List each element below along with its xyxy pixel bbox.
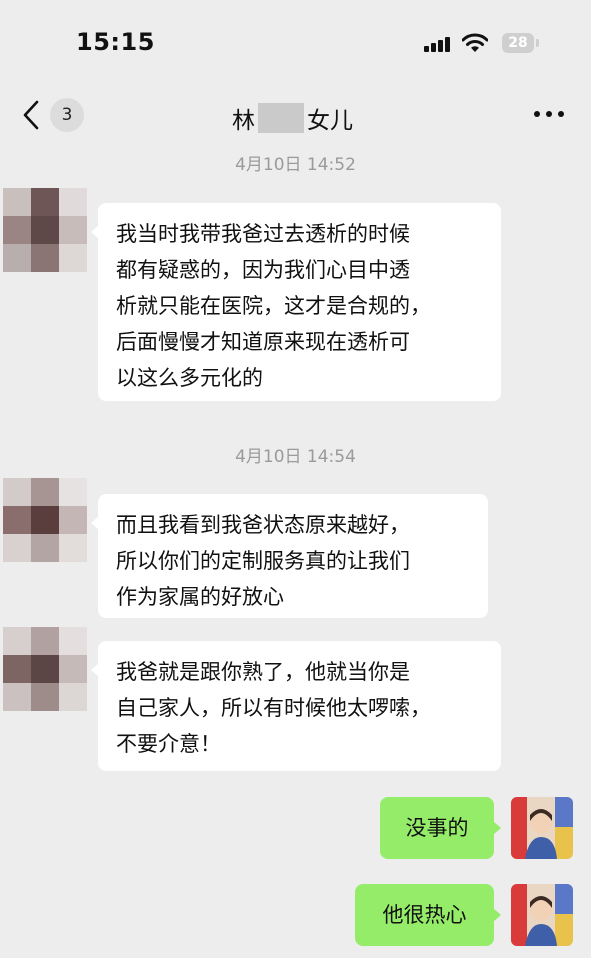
timestamp: 4月10日 14:52 (235, 155, 356, 175)
battery-level: 28 (508, 35, 528, 51)
message-line: 作为家属的好放心 (116, 585, 284, 609)
chat-title-suffix: 女儿 (307, 108, 353, 134)
chat-title-prefix: 林 (232, 108, 255, 134)
battery-cap (536, 39, 539, 47)
my-avatar[interactable] (511, 884, 573, 946)
message-bubble[interactable]: 我爸就是跟你熟了，他就当你是 自己家人，所以有时候他太啰嗦， 不要介意！ (91, 641, 501, 771)
message-bubble[interactable]: 我当时我带我爸过去透析的时候 都有疑惑的，因为我们心目中透 析就只能在医院，这才… (91, 203, 501, 401)
more-dots-icon[interactable] (532, 104, 566, 124)
message-line: 而且我看到我爸状态原来越好， (116, 513, 410, 537)
cellular-signal-icon (424, 36, 452, 52)
message-line: 我当时我带我爸过去透析的时候 (116, 222, 410, 246)
message-line: 自己家人，所以有时候他太啰嗦， (116, 696, 431, 720)
message-line: 不要介意！ (116, 732, 221, 756)
redacted-name-block (258, 103, 304, 133)
chevron-left-icon[interactable] (22, 100, 40, 130)
contact-avatar[interactable] (3, 478, 87, 562)
status-time: 15:15 (76, 28, 155, 56)
message-bubble[interactable]: 而且我看到我爸状态原来越好， 所以你们的定制服务真的让我们 作为家属的好放心 (91, 494, 488, 618)
message-line: 我爸就是跟你熟了，他就当你是 (116, 660, 410, 684)
contact-avatar[interactable] (3, 188, 87, 272)
message-line: 析就只能在医院，这才是合规的， (116, 294, 431, 318)
wifi-icon (462, 33, 488, 52)
timestamp: 4月10日 14:54 (235, 447, 356, 467)
message-line: 都有疑惑的，因为我们心目中透 (116, 258, 410, 282)
message-line: 所以你们的定制服务真的让我们 (116, 549, 410, 573)
message-line: 后面慢慢才知道原来现在透析可 (116, 330, 410, 354)
my-message-bubble[interactable]: 他很热心 (355, 884, 501, 946)
unread-count-badge[interactable]: 3 (50, 98, 84, 132)
my-message-bubble[interactable]: 没事的 (380, 797, 501, 859)
chat-title: 林 女儿 (232, 101, 353, 135)
my-avatar[interactable] (511, 797, 573, 859)
contact-avatar[interactable] (3, 627, 87, 711)
battery-icon: 28 (502, 33, 534, 53)
message-line: 以这么多元化的 (116, 366, 263, 390)
